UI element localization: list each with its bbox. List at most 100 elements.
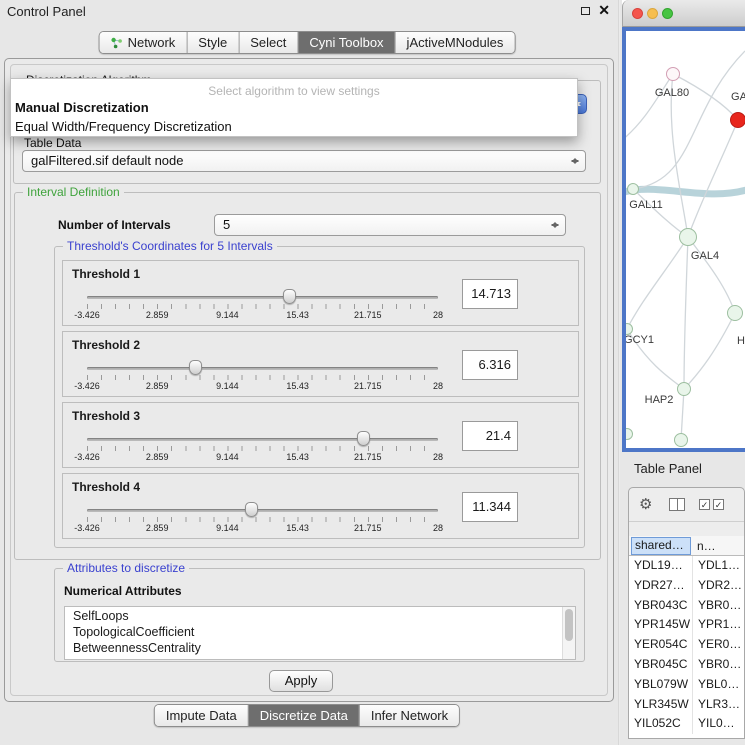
network-node[interactable] [727, 305, 743, 321]
table-cell[interactable]: YER054C [629, 635, 692, 655]
table-cell[interactable]: YDR2… [692, 576, 744, 596]
slider-track[interactable] [87, 438, 438, 441]
network-node[interactable] [627, 183, 639, 195]
attributes-group-title: Attributes to discretize [63, 561, 189, 575]
network-canvas[interactable]: GAL80GAGAL11GAL4GCY1HHAP2 [626, 31, 745, 448]
table-cell[interactable]: YBR043C [629, 596, 692, 616]
tick-label: 2.859 [146, 523, 169, 533]
tick-label: 15.43 [286, 381, 309, 391]
table-row[interactable]: YDL19…YDL1… [629, 556, 744, 576]
table-cell[interactable]: YBR0… [692, 596, 744, 616]
slider-thumb[interactable] [357, 431, 370, 446]
tab-label: Select [250, 35, 286, 50]
tick-label: 21.715 [354, 310, 382, 320]
close-traffic-light-icon[interactable] [632, 8, 643, 19]
table-cell[interactable]: YIL0… [692, 714, 744, 734]
table-cell[interactable]: YDL19… [629, 556, 692, 576]
table-row[interactable]: YBL079WYBL0… [629, 675, 744, 695]
table-cell[interactable]: YBL0… [692, 675, 744, 695]
attribute-item[interactable]: SelfLoops [65, 608, 561, 624]
num-intervals-combo[interactable]: 5 [214, 214, 566, 236]
zoom-traffic-light-icon[interactable] [662, 8, 673, 19]
list-scrollbar[interactable] [562, 607, 575, 659]
interval-definition-title: Interval Definition [23, 185, 124, 199]
network-titlebar[interactable] [622, 0, 745, 27]
slider-track[interactable] [87, 509, 438, 512]
slider-thumb[interactable] [245, 502, 258, 517]
bottom-tab-impute-data[interactable]: Impute Data [155, 705, 248, 726]
table-panel-title: Table Panel [634, 461, 702, 476]
bottom-tab-infer-network[interactable]: Infer Network [359, 705, 459, 726]
attribute-item[interactable]: BetweennessCentrality [65, 640, 561, 656]
gear-icon[interactable]: ⚙ [639, 495, 652, 513]
table-row[interactable]: YER054CYER0… [629, 635, 744, 655]
slider-tick-labels: -3.426 2.859 9.144 15.43 21.715 28 [87, 523, 438, 534]
slider-thumb[interactable] [189, 360, 202, 375]
column-header-shared-name[interactable]: shared… [631, 537, 691, 555]
table-cell[interactable]: YER0… [692, 635, 744, 655]
tick-label: 21.715 [354, 381, 382, 391]
table-cell[interactable]: YIL052C [629, 714, 692, 734]
table-cell[interactable]: YLR3… [692, 695, 744, 715]
table-data-combo[interactable]: galFiltered.sif default node [22, 150, 586, 172]
network-node[interactable] [730, 112, 745, 128]
table-row[interactable]: YBR043CYBR0… [629, 596, 744, 616]
tick-label: 28 [433, 381, 443, 391]
table-cell[interactable]: YDR27… [629, 576, 692, 596]
threshold-slider[interactable]: -3.426 2.859 9.144 15.43 21.715 28 [87, 431, 438, 465]
network-node-label: GAL80 [655, 87, 689, 99]
table-row[interactable]: YLR345WYLR3… [629, 695, 744, 715]
threshold-panel: Threshold 4 -3.426 2.859 9.144 15.43 21.… [62, 473, 579, 539]
threshold-slider[interactable]: -3.426 2.859 9.144 15.43 21.715 28 [87, 502, 438, 536]
apply-button[interactable]: Apply [269, 670, 333, 692]
tab-select[interactable]: Select [238, 32, 297, 53]
threshold-slider[interactable]: -3.426 2.859 9.144 15.43 21.715 28 [87, 360, 438, 394]
threshold-slider[interactable]: -3.426 2.859 9.144 15.43 21.715 28 [87, 289, 438, 323]
table-cell[interactable]: YBR0… [692, 655, 744, 675]
threshold-label: Threshold 2 [72, 338, 140, 352]
table-cell[interactable]: YBR045C [629, 655, 692, 675]
combo-stepper-icon [569, 151, 581, 171]
table-cell[interactable]: YLR345W [629, 695, 692, 715]
select-all-checkbox-icon[interactable]: ✓ [699, 499, 710, 510]
algorithm-option[interactable]: Equal Width/Frequency Discretization [11, 117, 577, 136]
threshold-value-field[interactable]: 14.713 [462, 279, 518, 309]
close-icon[interactable]: ✕ [598, 2, 610, 19]
tab-cyni-toolbox[interactable]: Cyni Toolbox [297, 32, 394, 53]
network-node[interactable] [679, 228, 697, 246]
bottom-tabstrip: Impute DataDiscretize DataInfer Network [154, 704, 460, 727]
algorithm-dropdown: Select algorithm to view settings Manual… [10, 78, 578, 137]
columns-icon[interactable] [669, 498, 685, 511]
slider-thumb[interactable] [283, 289, 296, 304]
slider-track[interactable] [87, 367, 438, 370]
network-node[interactable] [677, 382, 691, 396]
attribute-item[interactable]: TopologicalCoefficient [65, 624, 561, 640]
float-window-icon[interactable] [581, 7, 590, 15]
slider-track[interactable] [87, 296, 438, 299]
slider-tick-labels: -3.426 2.859 9.144 15.43 21.715 28 [87, 381, 438, 392]
table-row[interactable]: YIL052CYIL0… [629, 714, 744, 734]
column-header-name[interactable]: n… [697, 537, 716, 555]
minimize-traffic-light-icon[interactable] [647, 8, 658, 19]
threshold-value-field[interactable]: 21.4 [462, 421, 518, 451]
network-node[interactable] [666, 67, 680, 81]
threshold-value-field[interactable]: 6.316 [462, 350, 518, 380]
panel-divider[interactable] [618, 0, 620, 745]
select-none-checkbox-icon[interactable]: ✓ [713, 499, 724, 510]
algorithm-option[interactable]: Manual Discretization [11, 98, 577, 117]
tab-style[interactable]: Style [186, 32, 238, 53]
tab-jactivemnodules[interactable]: jActiveMNodules [395, 32, 515, 53]
bottom-tab-discretize-data[interactable]: Discretize Data [248, 705, 359, 726]
network-node[interactable] [674, 433, 688, 447]
table-cell[interactable]: YBL079W [629, 675, 692, 695]
table-cell[interactable]: YPR1… [692, 615, 744, 635]
tick-label: 28 [433, 452, 443, 462]
scrollbar-thumb[interactable] [565, 609, 573, 641]
table-row[interactable]: YBR045CYBR0… [629, 655, 744, 675]
table-cell[interactable]: YPR145W [629, 615, 692, 635]
table-row[interactable]: YDR27…YDR2… [629, 576, 744, 596]
table-row[interactable]: YPR145WYPR1… [629, 615, 744, 635]
tab-network[interactable]: Network [100, 32, 187, 53]
threshold-value-field[interactable]: 11.344 [462, 492, 518, 522]
table-cell[interactable]: YDL1… [692, 556, 744, 576]
